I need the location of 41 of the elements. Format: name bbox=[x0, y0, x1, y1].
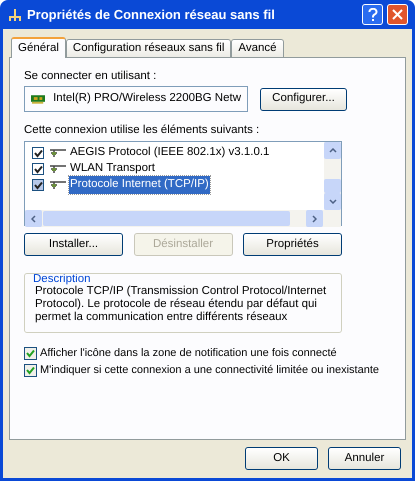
scroll-left-icon[interactable] bbox=[31, 214, 36, 222]
help-icon bbox=[368, 8, 378, 21]
vertical-scrollbar[interactable] bbox=[324, 142, 341, 210]
scroll-down-icon[interactable] bbox=[328, 199, 336, 204]
field-label: Se connecter en utilisant : bbox=[24, 69, 158, 84]
window-title: Propriétés de Connexion réseau sans fil bbox=[27, 6, 276, 24]
protocol-icon bbox=[50, 164, 66, 174]
network-icon bbox=[7, 6, 23, 22]
checkbox[interactable] bbox=[24, 347, 37, 360]
protocol-icon bbox=[50, 180, 66, 190]
protocol-icon bbox=[50, 148, 66, 158]
help-button[interactable] bbox=[362, 4, 383, 25]
list-item[interactable]: AEGIS Protocol (IEEE 802.1x) v3.1.0.1 bbox=[69, 144, 270, 162]
network-card-icon bbox=[31, 94, 46, 104]
close-button[interactable] bbox=[387, 4, 408, 25]
scroll-thumb[interactable] bbox=[324, 179, 341, 193]
checkbox[interactable] bbox=[32, 147, 44, 159]
checkbox-label: M'indiquer si cette connexion a une connectivité limitée ou inexistante bbox=[40, 363, 380, 377]
checkbox-label: Afficher l'icône dans la zone de notification une fois connecté bbox=[40, 346, 338, 360]
list-label: Cette connexion utilise les éléments suivants : bbox=[24, 123, 260, 138]
list-item[interactable]: WLAN Transport bbox=[69, 160, 156, 178]
adapter-field: Intel(R) PRO/Wireless 2200BG Netw bbox=[24, 86, 248, 112]
horizontal-scrollbar[interactable] bbox=[25, 210, 341, 227]
dialog-button[interactable]: OK bbox=[245, 447, 318, 470]
group-title: Description bbox=[31, 274, 93, 285]
checkbox[interactable] bbox=[32, 163, 44, 175]
tab[interactable]: Avancé bbox=[231, 39, 284, 57]
configure-button[interactable]: Configurer... bbox=[260, 88, 347, 110]
action-button[interactable]: Installer... bbox=[24, 233, 123, 256]
tab[interactable]: Configuration réseaux sans fil bbox=[66, 39, 232, 57]
tab[interactable]: Général bbox=[11, 37, 66, 58]
dialog-button[interactable]: Annuler bbox=[328, 447, 401, 470]
scroll-up-icon[interactable] bbox=[328, 148, 336, 153]
checkbox[interactable] bbox=[24, 364, 37, 377]
scroll-right-icon[interactable] bbox=[312, 214, 317, 222]
checkbox[interactable] bbox=[32, 179, 44, 191]
list-item[interactable]: Protocole Internet (TCP/IP) bbox=[69, 176, 210, 194]
scroll-thumb[interactable] bbox=[43, 211, 290, 226]
close-icon bbox=[392, 9, 403, 20]
description-text: Protocole TCP/IP (Transmission Control Protocol/Internet Protocol). Le protocole de réseau étendu par défaut qui permet la communication entre différents réseaux bbox=[35, 285, 328, 324]
action-button[interactable]: Propriétés bbox=[243, 233, 342, 256]
